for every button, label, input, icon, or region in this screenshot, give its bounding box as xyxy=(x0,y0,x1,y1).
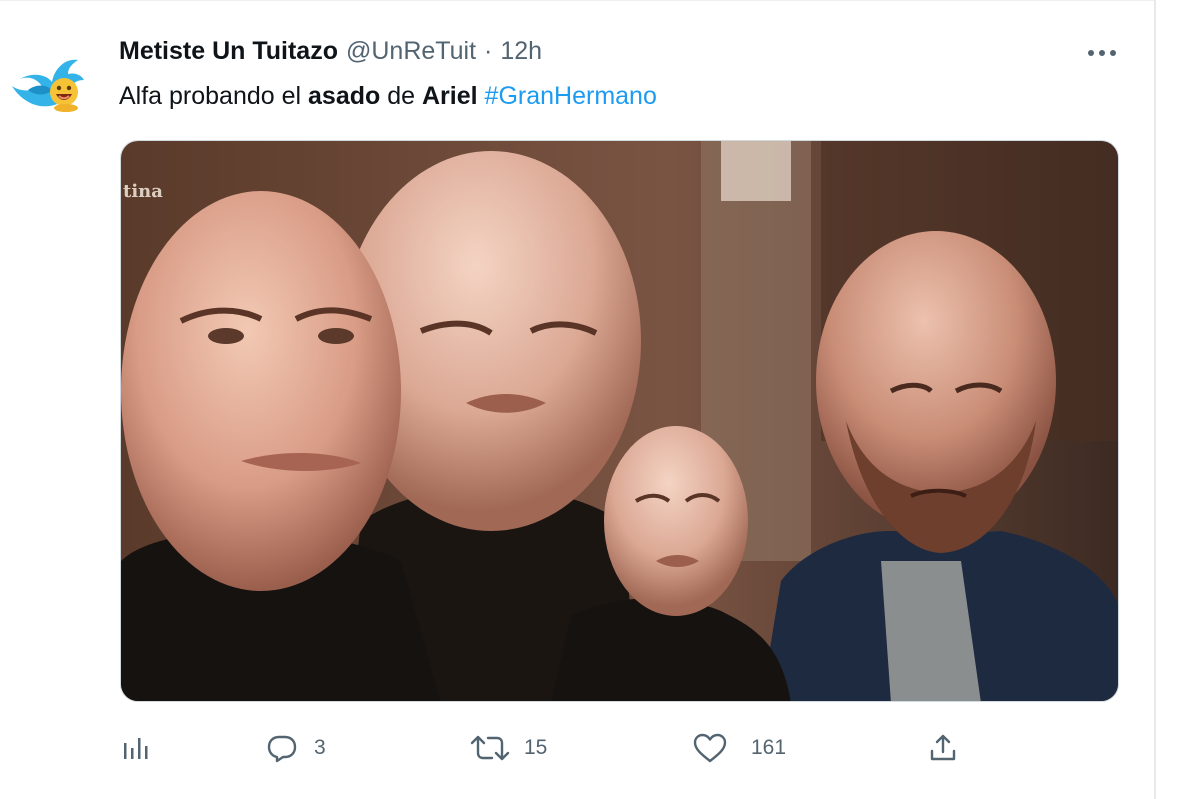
more-dots-icon xyxy=(1088,50,1116,56)
tweet-actions: 3 15 161 xyxy=(120,728,970,768)
retweet-icon xyxy=(470,735,510,761)
timeline-border xyxy=(1154,0,1156,799)
text-bold: asado xyxy=(308,82,381,110)
separator-dot: · xyxy=(484,36,493,65)
share-icon xyxy=(930,734,956,761)
tweet-photo[interactable]: tina xyxy=(120,140,1119,702)
author-handle[interactable]: @UnReTuit xyxy=(346,37,476,66)
text-part: de xyxy=(380,82,422,110)
bird-icon xyxy=(12,59,84,112)
avatar[interactable] xyxy=(6,46,90,124)
top-divider xyxy=(0,0,1154,1)
text-part xyxy=(478,82,485,110)
watermark-text: tina xyxy=(123,181,163,202)
retweet-count: 15 xyxy=(524,736,548,759)
tweet-time[interactable]: 12h xyxy=(500,37,542,66)
like-count: 161 xyxy=(751,736,787,759)
heart-icon xyxy=(693,733,727,763)
retweet-button[interactable]: 15 xyxy=(470,728,547,768)
more-button[interactable] xyxy=(1084,40,1120,66)
tweet-header: Metiste Un Tuitazo @UnReTuit · 12h xyxy=(119,34,542,68)
text-bold: Ariel xyxy=(422,82,478,110)
text-part: Alfa probando el xyxy=(119,82,309,110)
share-button[interactable] xyxy=(928,728,958,768)
hashtag-link[interactable]: #GranHermano xyxy=(485,82,657,110)
reply-icon xyxy=(267,735,297,763)
photo-collage: tina xyxy=(121,141,1118,701)
analytics-button[interactable] xyxy=(122,728,152,768)
author-name[interactable]: Metiste Un Tuitazo xyxy=(119,37,338,66)
tweet-text: Alfa probando el asado de Ariel #GranHer… xyxy=(119,79,657,113)
like-button[interactable]: 161 xyxy=(693,728,786,768)
reply-count: 3 xyxy=(314,736,326,759)
reply-button[interactable]: 3 xyxy=(267,728,326,768)
bar-chart-icon xyxy=(124,738,148,759)
